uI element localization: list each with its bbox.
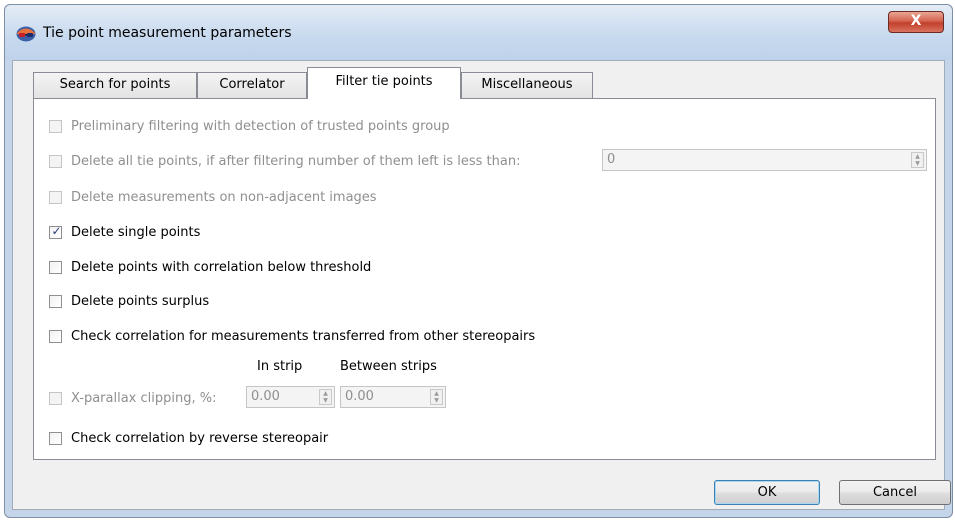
min-points-value: 0 — [607, 152, 616, 167]
in-strip-header: In strip — [257, 359, 303, 374]
spin-up-icon[interactable]: ▲ — [431, 390, 442, 397]
cancel-button[interactable]: Cancel — [839, 480, 951, 505]
close-button[interactable]: X — [888, 11, 944, 33]
x-parallax-option[interactable]: X-parallax clipping, %: — [49, 388, 216, 408]
filter-tie-points-panel: Preliminary filtering with detection of … — [33, 98, 936, 460]
between-strips-spin-arrows[interactable]: ▲ ▼ — [430, 389, 443, 405]
non-adjacent-checkbox[interactable] — [49, 190, 62, 204]
delete-all-checkbox[interactable] — [49, 154, 62, 168]
delete-single-points-checkbox[interactable]: ✓ — [49, 223, 62, 239]
delete-all-option[interactable]: Delete all tie points, if after filterin… — [49, 151, 520, 171]
tab-miscellaneous[interactable]: Miscellaneous — [461, 72, 593, 98]
in-strip-spin-arrows[interactable]: ▲ ▼ — [319, 389, 332, 405]
preliminary-filtering-label: Preliminary filtering with detection of … — [71, 118, 450, 134]
spin-down-icon[interactable]: ▼ — [431, 397, 442, 404]
transferred-correlation-label: Check correlation for measurements trans… — [71, 328, 536, 344]
reverse-stereopair-option[interactable]: Check correlation by reverse stereopair — [49, 428, 328, 448]
delete-single-points-label: Delete single points — [71, 224, 201, 240]
reverse-stereopair-checkbox[interactable] — [49, 431, 62, 445]
preliminary-filtering-checkbox[interactable] — [49, 119, 62, 133]
points-surplus-option[interactable]: Delete points surplus — [49, 291, 209, 311]
delete-all-label: Delete all tie points, if after filterin… — [71, 153, 521, 169]
spin-up-icon[interactable]: ▲ — [912, 153, 923, 160]
x-parallax-label: X-parallax clipping, %: — [71, 390, 217, 406]
reverse-stereopair-label: Check correlation by reverse stereopair — [71, 430, 329, 446]
dialog-window: Tie point measurement parameters X Searc… — [4, 4, 953, 518]
spin-down-icon[interactable]: ▼ — [912, 160, 923, 167]
min-points-spin-arrows[interactable]: ▲ ▼ — [911, 152, 924, 168]
points-surplus-checkbox[interactable] — [49, 294, 62, 308]
spin-down-icon[interactable]: ▼ — [320, 397, 331, 404]
x-parallax-checkbox[interactable] — [49, 391, 62, 405]
preliminary-filtering-option[interactable]: Preliminary filtering with detection of … — [49, 116, 450, 136]
low-correlation-checkbox[interactable] — [49, 260, 62, 274]
ok-button[interactable]: OK — [714, 480, 820, 505]
low-correlation-option[interactable]: Delete points with correlation below thr… — [49, 257, 371, 277]
tab-correlator[interactable]: Correlator — [197, 72, 307, 98]
non-adjacent-label: Delete measurements on non-adjacent imag… — [71, 189, 377, 205]
in-strip-spinbox[interactable]: 0.00 ▲ ▼ — [246, 386, 335, 408]
tab-search-for-points[interactable]: Search for points — [33, 72, 197, 98]
between-strips-header: Between strips — [340, 359, 437, 374]
app-logo-icon — [16, 26, 36, 42]
checkmark-icon: ✓ — [51, 223, 62, 238]
transferred-correlation-option[interactable]: Check correlation for measurements trans… — [49, 326, 535, 346]
between-strips-spinbox[interactable]: 0.00 ▲ ▼ — [340, 386, 446, 408]
spin-up-icon[interactable]: ▲ — [320, 390, 331, 397]
in-strip-value: 0.00 — [251, 389, 280, 404]
title-bar[interactable]: Tie point measurement parameters X — [5, 5, 952, 60]
between-strips-value: 0.00 — [345, 389, 374, 404]
non-adjacent-option[interactable]: Delete measurements on non-adjacent imag… — [49, 187, 377, 207]
tab-filter-tie-points[interactable]: Filter tie points — [307, 67, 461, 99]
low-correlation-label: Delete points with correlation below thr… — [71, 259, 372, 275]
transferred-correlation-checkbox[interactable] — [49, 329, 62, 343]
dialog-title: Tie point measurement parameters — [43, 25, 292, 41]
delete-single-points-option[interactable]: ✓ Delete single points — [49, 222, 200, 242]
min-points-spinbox[interactable]: 0 ▲ ▼ — [602, 149, 927, 171]
points-surplus-label: Delete points surplus — [71, 293, 210, 309]
dialog-body: Search for points Correlator Filter tie … — [12, 60, 951, 510]
